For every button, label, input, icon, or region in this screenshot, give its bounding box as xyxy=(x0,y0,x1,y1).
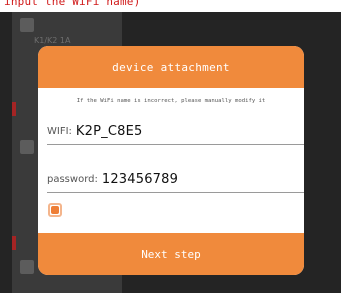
device-tile-icon xyxy=(20,260,34,274)
dialog-title: device attachment xyxy=(112,60,230,74)
wifi-hint-text: If the WiFi name is incorrect, please ma… xyxy=(76,98,266,104)
instruction-caption: input the WiFi name) xyxy=(4,0,141,8)
device-attachment-dialog: device attachment If the WiFi name is in… xyxy=(38,46,304,275)
background-accent-line xyxy=(12,102,16,116)
wifi-label: WIFI: xyxy=(47,125,72,137)
checkbox-check-icon xyxy=(51,206,59,214)
password-field[interactable]: password: 123456789 xyxy=(47,166,304,193)
dialog-header: device attachment xyxy=(38,46,304,88)
background-accent-line xyxy=(12,236,16,250)
wifi-name-value[interactable]: K2P_C8E5 xyxy=(76,124,143,139)
next-step-button[interactable]: Next step xyxy=(38,233,304,275)
device-tile-icon xyxy=(20,140,34,154)
password-label: password: xyxy=(47,173,98,185)
device-tile-icon xyxy=(20,18,34,32)
password-value[interactable]: 123456789 xyxy=(102,172,178,187)
background-device-label: K1/K2 1A xyxy=(34,36,71,45)
wifi-name-field[interactable]: WIFI: K2P_C8E5 xyxy=(47,118,304,145)
remember-checkbox[interactable] xyxy=(48,203,62,217)
